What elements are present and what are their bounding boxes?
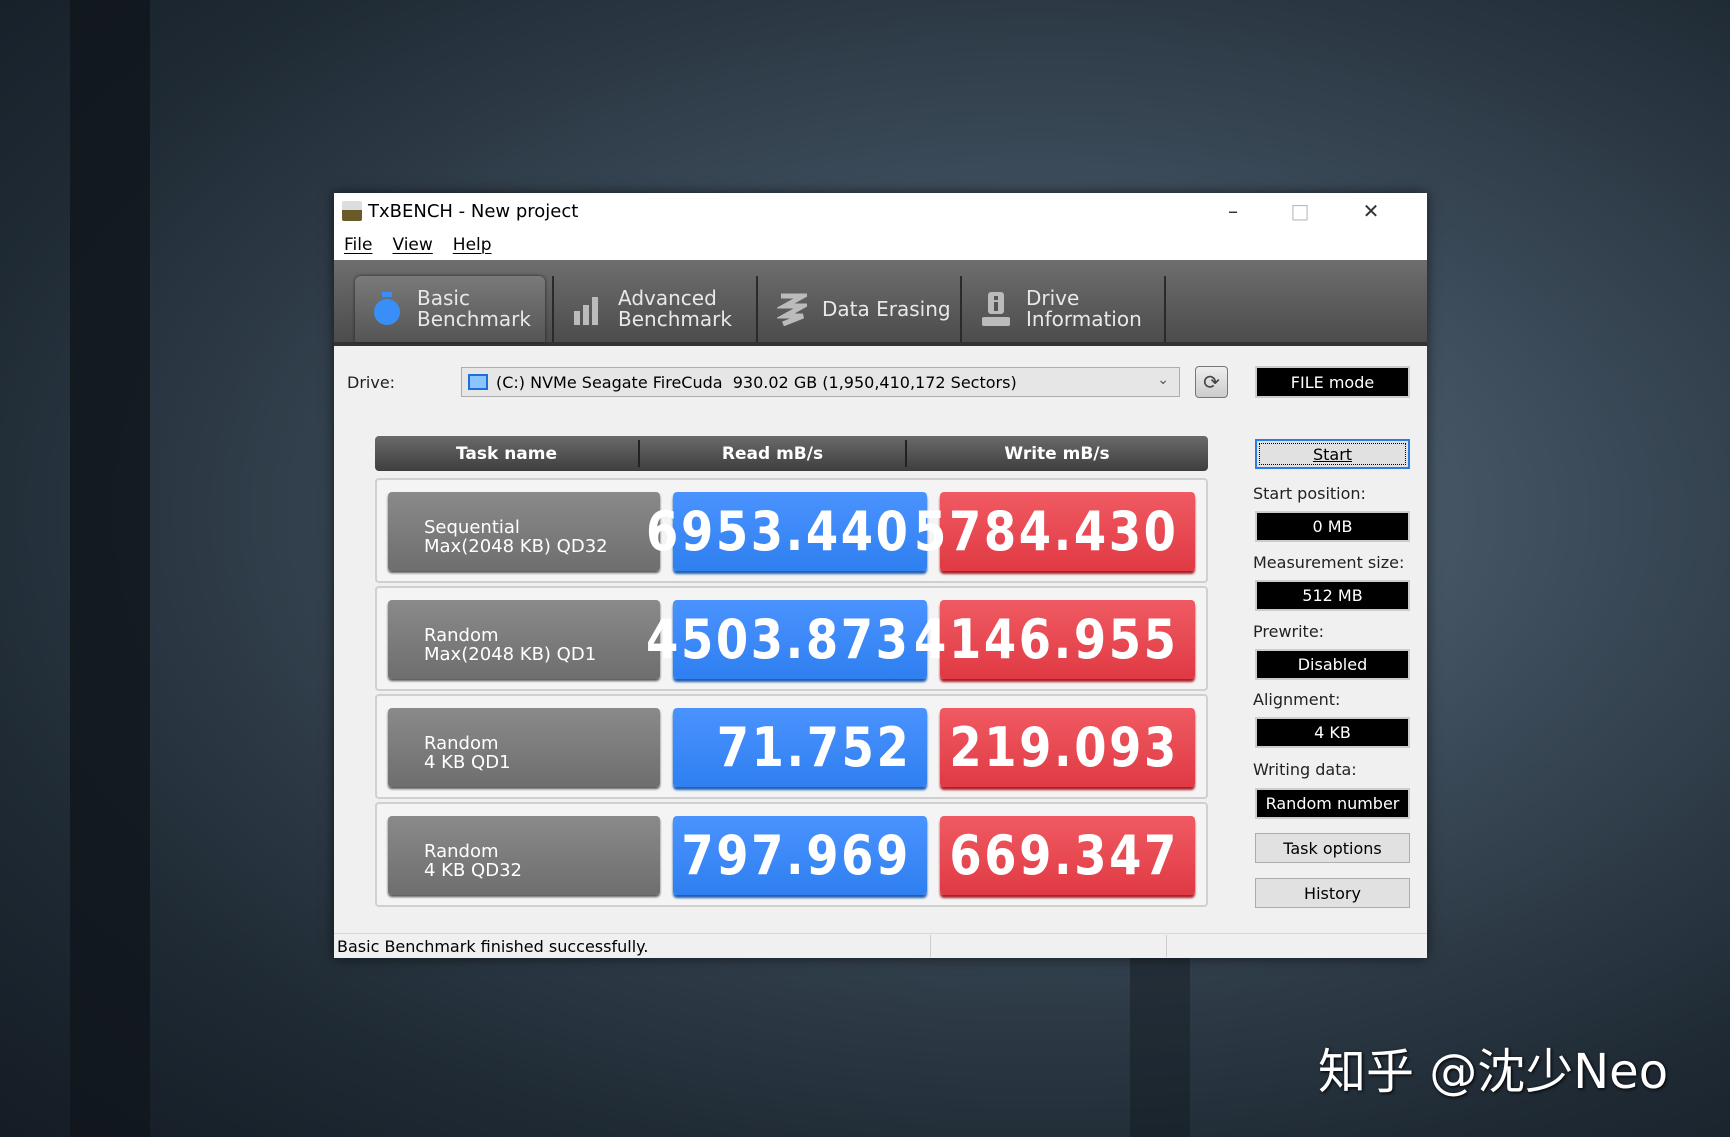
table-row: Random 4 KB QD32 797.969 669.347 xyxy=(375,802,1208,907)
title-bar: TxBENCH - New project – □ ✕ xyxy=(334,193,1427,229)
write-value: 669.347 xyxy=(949,824,1179,887)
minimize-button[interactable]: – xyxy=(1201,193,1265,229)
menu-bar: File View Help xyxy=(334,229,1427,260)
write-result-cell: 669.347 xyxy=(940,816,1195,895)
app-window: TxBENCH - New project – □ ✕ File View He… xyxy=(334,193,1427,958)
tab-drive-information[interactable]: Drive Information xyxy=(964,276,1164,342)
write-result-cell: 5784.430 xyxy=(915,492,1195,571)
divider xyxy=(1166,935,1167,957)
drive-icon xyxy=(468,374,488,390)
table-row: Random 4 KB QD1 71.752 219.093 xyxy=(375,694,1208,799)
read-result-cell: 6953.440 xyxy=(647,492,927,571)
task-name-line1: Random xyxy=(424,625,499,646)
read-result-cell: 71.752 xyxy=(673,708,927,787)
menu-view[interactable]: View xyxy=(392,235,432,255)
prewrite-field[interactable]: Disabled xyxy=(1255,649,1410,680)
task-name-line2: Max(2048 KB) QD1 xyxy=(424,644,597,665)
task-name-cell[interactable]: Random Max(2048 KB) QD1 xyxy=(388,600,660,679)
header-task-name: Task name xyxy=(455,443,558,464)
task-name-line2: 4 KB QD1 xyxy=(424,752,511,773)
menu-help[interactable]: Help xyxy=(453,235,492,255)
measurement-size-label: Measurement size: xyxy=(1253,553,1405,572)
window-title: TxBENCH - New project xyxy=(368,200,579,222)
table-row: Random Max(2048 KB) QD1 4503.873 4146.955 xyxy=(375,586,1208,691)
menu-file[interactable]: File xyxy=(344,235,372,255)
read-value: 797.969 xyxy=(681,824,911,887)
read-result-cell: 4503.873 xyxy=(647,600,927,679)
task-name-line2: 4 KB QD32 xyxy=(424,860,522,881)
status-text: Basic Benchmark finished successfully. xyxy=(337,936,649,956)
task-options-button[interactable]: Task options xyxy=(1255,833,1410,863)
eraser-icon xyxy=(776,291,808,327)
chevron-down-icon: ⌄ xyxy=(1157,372,1169,388)
tab-label: Information xyxy=(1026,307,1142,331)
header-write: Write mB/s xyxy=(1004,443,1110,464)
results-table-header: Task name Read mB/s Write mB/s xyxy=(375,436,1208,471)
drive-label: Drive: xyxy=(347,373,396,392)
task-name-cell[interactable]: Random 4 KB QD32 xyxy=(388,816,660,895)
background-tree xyxy=(70,0,150,1137)
bar-chart-icon xyxy=(572,291,604,327)
read-value: 4503.873 xyxy=(646,608,911,671)
status-bar: Basic Benchmark finished successfully. xyxy=(334,933,1427,958)
read-result-cell: 797.969 xyxy=(673,816,927,895)
stopwatch-icon xyxy=(371,291,403,327)
divider xyxy=(930,935,931,957)
drive-select[interactable]: (C:) NVMe Seagate FireCuda 930.02 GB (1,… xyxy=(461,367,1180,397)
task-name-line1: Random xyxy=(424,733,499,754)
toolbar: Basic Benchmark Advanced Benchmark Data Er… xyxy=(334,260,1427,346)
writing-data-label: Writing data: xyxy=(1253,760,1357,779)
task-name-line1: Sequential xyxy=(424,517,520,538)
watermark: 知乎 @沈少Neo xyxy=(1318,1044,1669,1100)
write-value: 219.093 xyxy=(949,716,1179,779)
drive-value: (C:) NVMe Seagate FireCuda 930.02 GB (1,… xyxy=(496,372,1017,392)
alignment-field[interactable]: 4 KB xyxy=(1255,717,1410,748)
refresh-drive-button[interactable]: ⟳ xyxy=(1195,366,1228,398)
read-value: 6953.440 xyxy=(646,500,911,563)
history-button[interactable]: History xyxy=(1255,878,1410,908)
table-row: Sequential Max(2048 KB) QD32 6953.440 578… xyxy=(375,478,1208,583)
measurement-size-field[interactable]: 512 MB xyxy=(1255,580,1410,611)
tab-advanced-benchmark[interactable]: Advanced Benchmark xyxy=(556,276,756,342)
write-result-cell: 219.093 xyxy=(940,708,1195,787)
task-name-cell[interactable]: Sequential Max(2048 KB) QD32 xyxy=(388,492,660,571)
task-name-line2: Max(2048 KB) QD32 xyxy=(424,536,608,557)
divider xyxy=(552,276,554,342)
header-read: Read mB/s xyxy=(721,443,824,464)
read-value: 71.752 xyxy=(716,716,911,779)
tab-label: Data Erasing xyxy=(822,296,951,321)
drive-info-icon xyxy=(980,291,1012,327)
write-value: 4146.955 xyxy=(914,608,1179,671)
write-value: 5784.430 xyxy=(914,500,1179,563)
tab-label: Basic xyxy=(417,286,470,310)
tab-data-erasing[interactable]: Data Erasing xyxy=(760,276,960,342)
close-button[interactable]: ✕ xyxy=(1339,193,1403,229)
write-result-cell: 4146.955 xyxy=(915,600,1195,679)
app-icon xyxy=(342,201,362,221)
tab-label: Benchmark xyxy=(618,307,732,331)
task-name-cell[interactable]: Random 4 KB QD1 xyxy=(388,708,660,787)
tab-label: Advanced xyxy=(618,286,717,310)
tab-label: Drive xyxy=(1026,286,1080,310)
tab-label: Benchmark xyxy=(417,307,531,331)
tab-basic-benchmark[interactable]: Basic Benchmark xyxy=(355,276,545,342)
divider xyxy=(1164,276,1166,342)
start-button[interactable]: Start xyxy=(1255,439,1410,469)
divider xyxy=(756,276,758,342)
file-mode-button[interactable]: FILE mode xyxy=(1255,366,1410,398)
start-label: Start xyxy=(1312,444,1353,464)
refresh-icon: ⟳ xyxy=(1203,370,1220,394)
start-position-label: Start position: xyxy=(1253,484,1366,503)
prewrite-label: Prewrite: xyxy=(1253,622,1325,641)
writing-data-field[interactable]: Random number xyxy=(1255,788,1410,819)
task-name-line1: Random xyxy=(424,841,499,862)
start-position-field[interactable]: 0 MB xyxy=(1255,511,1410,542)
maximize-button[interactable]: □ xyxy=(1268,193,1332,229)
alignment-label: Alignment: xyxy=(1253,690,1341,709)
divider xyxy=(960,276,962,342)
